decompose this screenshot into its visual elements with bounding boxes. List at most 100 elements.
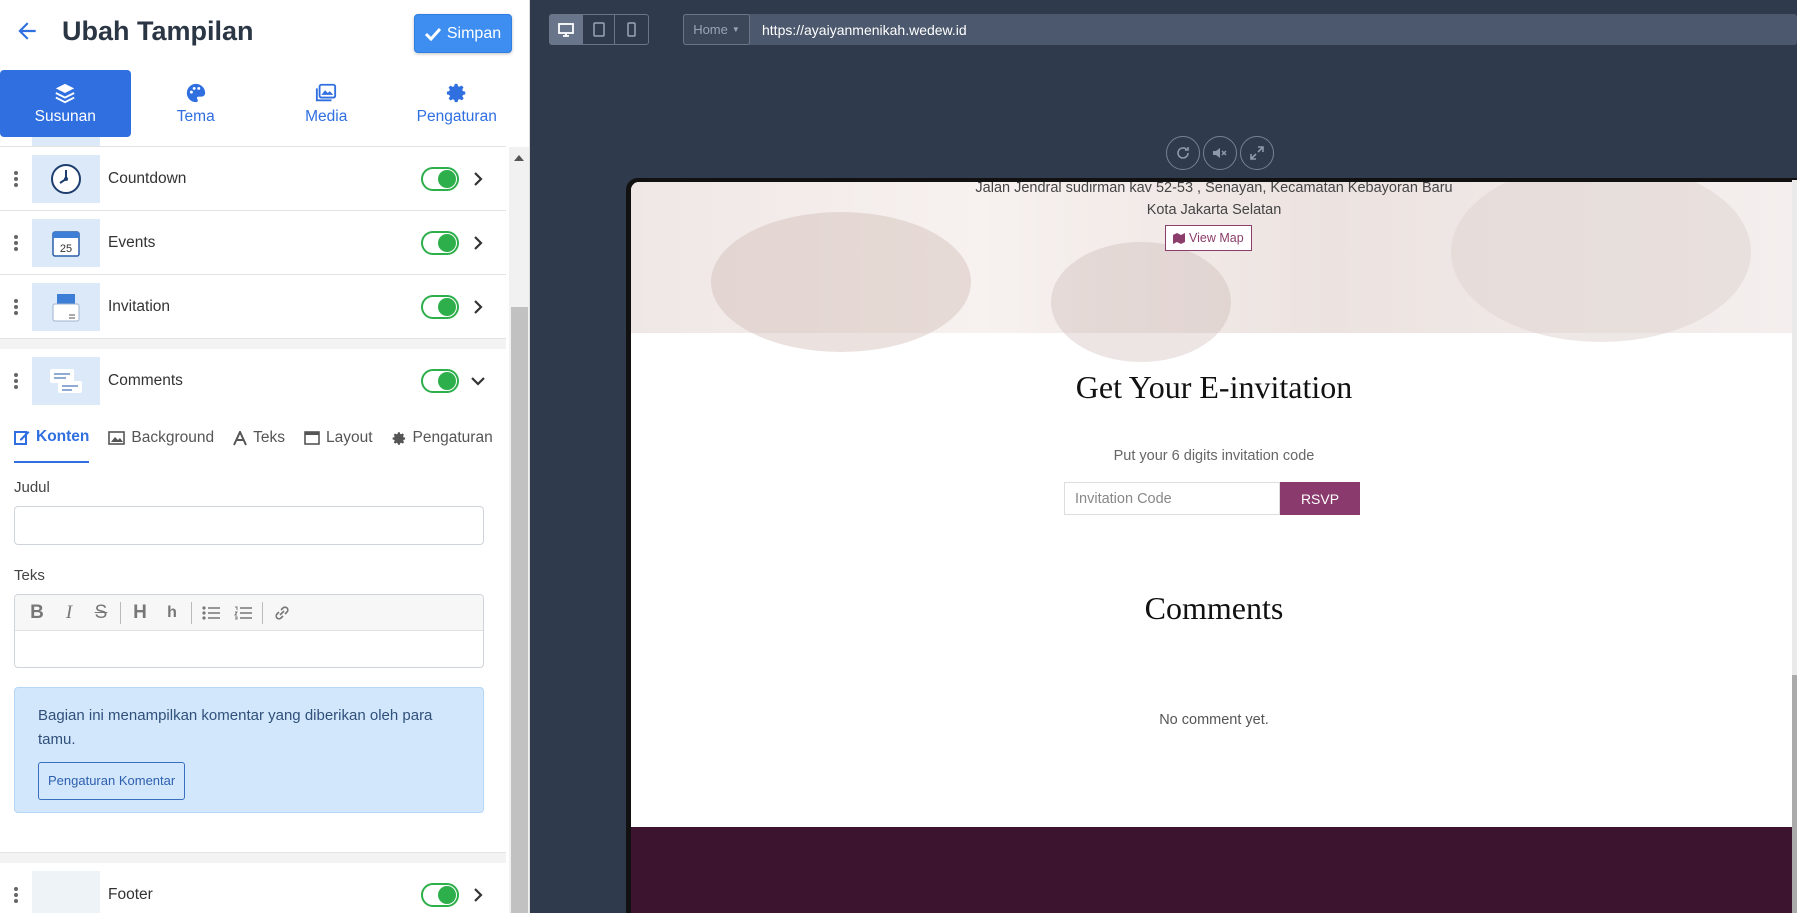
fullscreen-icon[interactable] [1240, 136, 1274, 170]
scrollbar-thumb[interactable] [511, 307, 528, 913]
refresh-icon[interactable] [1166, 136, 1200, 170]
link-icon[interactable] [266, 597, 298, 629]
italic-icon[interactable]: I [53, 597, 85, 629]
einvite-title: Get Your E-invitation [1075, 369, 1353, 405]
section-row-countdown[interactable]: Countdown [0, 147, 506, 211]
section-row-comments[interactable]: Comments [0, 349, 506, 413]
subtab-label: Konten [36, 428, 90, 445]
judul-input[interactable] [14, 506, 484, 545]
section-row-footer[interactable]: Footer [0, 863, 506, 913]
chevron-down-icon[interactable] [471, 374, 485, 388]
section-toggle[interactable] [421, 230, 459, 255]
drag-handle-icon[interactable] [14, 373, 18, 389]
tab-pengaturan[interactable]: Pengaturan [392, 70, 523, 137]
section-toggle[interactable] [421, 166, 459, 191]
drag-handle-icon[interactable] [14, 298, 18, 315]
svg-text:25: 25 [60, 243, 72, 255]
address-line-2: Kota Jakarta Selatan [1146, 202, 1282, 218]
view-map-button[interactable]: View Map [1165, 225, 1252, 251]
tab-susunan[interactable]: Susunan [0, 70, 131, 137]
chevron-right-icon[interactable] [471, 235, 485, 250]
subtab-teks[interactable]: Teks [233, 413, 285, 463]
toolbar-separator [191, 601, 192, 624]
subtab-pengaturan[interactable]: Pengaturan [392, 413, 493, 463]
comment-settings-button[interactable]: Pengaturan Komentar [38, 762, 186, 800]
images-icon [316, 83, 337, 101]
tab-label: Media [305, 107, 348, 125]
main-tabs: Susunan Tema Media Pengaturan [0, 70, 529, 137]
scroll-up-icon[interactable] [514, 155, 524, 161]
drag-handle-icon[interactable] [14, 170, 18, 187]
mute-icon[interactable] [1203, 136, 1237, 170]
spacer [0, 813, 506, 853]
layers-icon [55, 83, 75, 103]
section-row-events[interactable]: 25 Events [0, 211, 506, 275]
section-toggle[interactable] [421, 882, 459, 907]
subtab-konten[interactable]: Konten [14, 413, 90, 463]
device-switcher [549, 14, 649, 45]
invitation-icon [32, 283, 100, 331]
chevron-right-icon[interactable] [471, 171, 485, 186]
back-arrow-icon[interactable] [14, 18, 40, 44]
font-icon [233, 430, 248, 445]
clock-icon [32, 155, 100, 203]
section-toggle[interactable] [421, 369, 459, 393]
mobile-icon[interactable] [615, 15, 648, 44]
subtab-label: Background [131, 429, 215, 446]
strikethrough-icon[interactable]: S [85, 597, 117, 629]
subtab-label: Layout [326, 429, 373, 446]
tablet-icon[interactable] [583, 15, 616, 44]
desktop-icon[interactable] [550, 15, 583, 44]
gear-icon [446, 83, 465, 102]
subtab-background[interactable]: Background [108, 413, 214, 463]
save-button-label: Simpan [446, 24, 502, 42]
bullet-list-icon[interactable] [195, 597, 227, 629]
panel-scrollbar[interactable] [509, 147, 529, 913]
toolbar-separator [262, 601, 263, 624]
preview-url[interactable]: https://ayaiyanmenikah.wedew.id [762, 22, 967, 38]
tab-label: Tema [176, 107, 215, 125]
section-label: Comments [108, 372, 183, 389]
section-label: Countdown [108, 169, 187, 187]
bold-icon[interactable]: B [21, 597, 53, 629]
panel-header: Ubah Tampilan Simpan [0, 0, 529, 66]
invitation-code-input[interactable]: Invitation Code [1064, 482, 1280, 515]
preview-scrollbar-thumb[interactable] [1792, 675, 1797, 913]
section-row-invitation[interactable]: Invitation [0, 275, 506, 339]
comments-subtabs: Konten Background Teks Layout Pengaturan [0, 413, 506, 463]
tab-label: Susunan [34, 107, 96, 125]
numbered-list-icon[interactable] [227, 597, 259, 629]
rsvp-button[interactable]: RSVP [1280, 482, 1360, 515]
view-map-label: View Map [1189, 231, 1244, 245]
tab-tema[interactable]: Tema [131, 70, 262, 137]
comments-title: Comments [1144, 590, 1284, 626]
drag-handle-icon[interactable] [14, 234, 18, 251]
subtab-label: Teks [253, 429, 285, 446]
section-toggle[interactable] [421, 294, 459, 319]
window-icon [304, 431, 320, 445]
spacer [0, 339, 506, 349]
heading-small-icon[interactable]: h [156, 597, 188, 629]
einvite-hint: Put your 6 digits invitation code [1113, 448, 1315, 464]
page-select[interactable]: Home ▼ [683, 14, 750, 45]
save-button[interactable]: Simpan [414, 14, 512, 53]
subtab-layout[interactable]: Layout [304, 413, 373, 463]
calendar-icon: 25 [32, 219, 100, 267]
app: Ubah Tampilan Simpan Susunan Tema Media … [0, 0, 1797, 913]
heading-icon[interactable]: H [124, 597, 156, 629]
chevron-right-icon[interactable] [471, 887, 485, 902]
map-icon [1173, 232, 1185, 244]
preview-toolbar: Home ▼ https://ayaiyanmenikah.wedew.id [531, 0, 1797, 60]
drag-handle-icon[interactable] [14, 886, 18, 903]
site-preview: Jalan Jendral sudirman kav 52-53 , Senay… [631, 182, 1797, 913]
preview-scrollbar[interactable] [1792, 180, 1797, 913]
no-comment-text: No comment yet. [1159, 712, 1269, 728]
gear-icon [392, 431, 405, 445]
comments-info-box: Bagian ini menampilkan komentar yang dib… [14, 687, 484, 813]
url-bar: Home ▼ https://ayaiyanmenikah.wedew.id [683, 14, 1797, 45]
tab-media[interactable]: Media [261, 70, 392, 137]
chevron-right-icon[interactable] [471, 299, 485, 314]
subtab-label: Pengaturan [412, 429, 493, 446]
edit-icon [14, 431, 30, 445]
preview-controls [1166, 136, 1274, 170]
